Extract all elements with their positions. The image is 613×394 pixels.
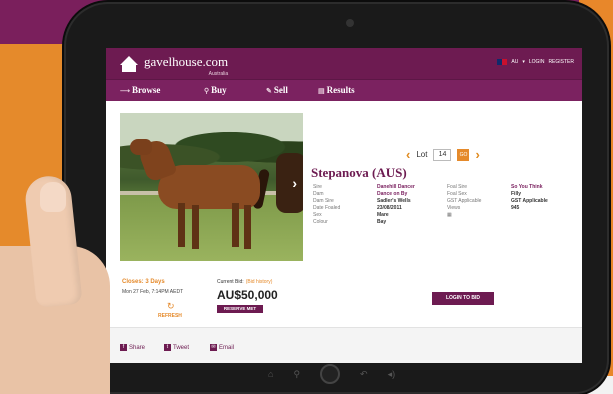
view-count-icon: ▦ (447, 212, 452, 218)
gavel-house-icon (118, 56, 140, 72)
lot-label: Lot (416, 150, 428, 159)
next-lot-icon[interactable]: › (475, 147, 479, 162)
current-bid-label: Current Bid: (Bid history) (217, 279, 273, 285)
email-icon: ✉ (210, 344, 217, 351)
login-link[interactable]: LOGIN (529, 59, 545, 65)
login-to-bid-button[interactable]: LOGIN TO BID (432, 292, 494, 305)
browse-icon: ⟶ (120, 87, 131, 95)
nav-buy[interactable]: ⚲ Buy (204, 85, 227, 95)
tablet-screen: gavelhouse.com Australia AU ▾ LOGIN REGI… (106, 48, 582, 363)
facebook-icon: f (120, 344, 127, 351)
refresh-icon[interactable]: ↻ (167, 301, 175, 312)
holding-hand (0, 173, 120, 394)
lot-navigator: ‹ Lot 14 GO › (406, 147, 480, 162)
register-link[interactable]: REGISTER (548, 59, 574, 65)
australian-flag-icon (497, 59, 508, 65)
home-icon[interactable]: ⌂ (268, 369, 273, 379)
header-links: AU ▾ LOGIN REGISTER (497, 59, 574, 65)
nav-sell[interactable]: ✎ Sell (266, 85, 288, 95)
share-button[interactable]: f Share (120, 344, 145, 351)
tablet-nav-bar: ⌂ ⚲ ↶ ◂) (268, 364, 395, 384)
camera-icon (346, 19, 354, 27)
nav-browse[interactable]: ⟶ Browse (120, 85, 160, 95)
refresh-button[interactable]: REFRESH (158, 313, 182, 319)
main-nav: ⟶ Browse ⚲ Buy ✎ Sell ▤ Results (106, 79, 582, 101)
email-button[interactable]: ✉ Email (210, 344, 234, 351)
nav-results[interactable]: ▤ Results (318, 85, 355, 95)
back-icon[interactable]: ↶ (360, 369, 368, 380)
lot-number-input[interactable]: 14 (433, 148, 452, 161)
tweet-button[interactable]: t Tweet (164, 344, 189, 351)
closes-countdown: Closes: 3 Days (122, 279, 165, 285)
search-icon[interactable]: ⚲ (293, 369, 300, 380)
next-photo-icon[interactable]: › (292, 175, 297, 191)
chevron-down-icon: ▾ (522, 59, 525, 65)
home-button[interactable] (320, 364, 341, 384)
twitter-icon: t (164, 344, 171, 351)
lot-go-button[interactable]: GO (457, 148, 470, 161)
bid-history-link[interactable]: (Bid history) (246, 279, 273, 285)
site-logo[interactable]: gavelhouse.com Australia (118, 55, 228, 80)
details-left-values: Danehill Dancer Dance on By Sadler's Wel… (377, 184, 415, 225)
sell-icon: ✎ (266, 87, 272, 95)
buy-icon: ⚲ (204, 87, 210, 95)
logo-text: gavelhouse.com Australia (144, 55, 228, 80)
horse-photo[interactable]: › (120, 113, 303, 261)
details-right-values: So You Think Filly GST Applicable 945 (511, 184, 548, 211)
details-right-labels: Foal Sire Foal Sex GST Applicable Views … (447, 184, 482, 218)
site-header: gavelhouse.com Australia AU ▾ LOGIN REGI… (106, 48, 582, 79)
results-icon: ▤ (318, 87, 325, 95)
horse-name: Stepanova (AUS) (311, 165, 407, 180)
details-left-labels: Sire Dam Dam Sire Date Foaled Sex Colour (313, 184, 341, 225)
region-selector[interactable]: AU (511, 59, 518, 65)
reserve-met-badge: RESERVE MET (217, 305, 263, 313)
prev-lot-icon[interactable]: ‹ (406, 147, 410, 162)
current-bid-amount: AU$50,000 (217, 288, 278, 302)
volume-icon[interactable]: ◂) (388, 369, 396, 380)
share-bar: f Share t Tweet ✉ Email (106, 327, 582, 363)
close-date: Mon 27 Feb, 7:14PM AEDT (122, 289, 184, 295)
